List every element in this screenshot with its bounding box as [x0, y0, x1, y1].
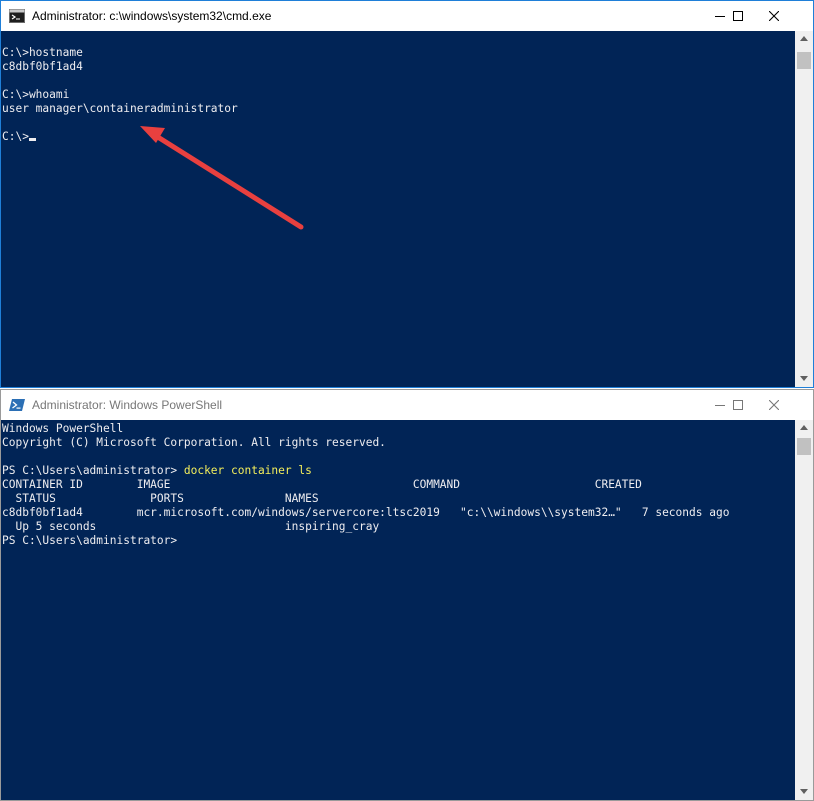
scroll-up-arrow-icon[interactable]	[795, 420, 813, 436]
table-header: STATUS PORTS NAMES	[2, 492, 319, 505]
powershell-close-button[interactable]	[756, 390, 792, 420]
powershell-window[interactable]: Administrator: Windows PowerShell Window…	[0, 389, 814, 801]
cmd-maximize-button[interactable]	[720, 1, 756, 31]
ps-line: Windows PowerShell	[2, 422, 124, 435]
cmd-console[interactable]: C:\>hostname c8dbf0bf1ad4 C:\>whoami use…	[1, 31, 795, 387]
table-header: CONTAINER ID IMAGE COMMAND CREATED	[2, 478, 642, 491]
annotation-arrow	[140, 126, 304, 230]
powershell-title: Administrator: Windows PowerShell	[32, 398, 223, 412]
ps-prompt: PS C:\Users\administrator>	[2, 464, 184, 477]
ps-command-line: PS C:\Users\administrator> docker contai…	[2, 464, 312, 478]
cmd-scrollbar[interactable]	[795, 31, 813, 387]
powershell-scrollbar[interactable]	[795, 420, 813, 800]
scroll-down-arrow-icon[interactable]	[795, 371, 813, 387]
cmd-titlebar[interactable]: Administrator: c:\windows\system32\cmd.e…	[1, 1, 813, 31]
cmd-icon	[9, 9, 25, 23]
powershell-maximize-button[interactable]	[720, 390, 756, 420]
powershell-titlebar[interactable]: Administrator: Windows PowerShell	[1, 390, 813, 420]
table-row: c8dbf0bf1ad4 mcr.microsoft.com/windows/s…	[2, 506, 730, 519]
powershell-scroll-thumb[interactable]	[797, 438, 811, 455]
powershell-icon	[9, 398, 25, 412]
scroll-down-arrow-icon[interactable]	[795, 784, 813, 800]
scroll-up-arrow-icon[interactable]	[795, 31, 813, 47]
powershell-console[interactable]: Windows PowerShell Copyright (C) Microso…	[1, 420, 795, 800]
cmd-title: Administrator: c:\windows\system32\cmd.e…	[32, 9, 272, 23]
ps-command: docker container ls	[183, 464, 312, 477]
ps-line: Copyright (C) Microsoft Corporation. All…	[2, 436, 386, 449]
cmd-window[interactable]: Administrator: c:\windows\system32\cmd.e…	[0, 0, 814, 388]
table-row: Up 5 seconds inspiring_cray	[2, 520, 380, 533]
ps-prompt-line: PS C:\Users\administrator>	[2, 534, 178, 547]
cmd-close-button[interactable]	[756, 1, 792, 31]
cmd-scroll-thumb[interactable]	[797, 52, 811, 69]
